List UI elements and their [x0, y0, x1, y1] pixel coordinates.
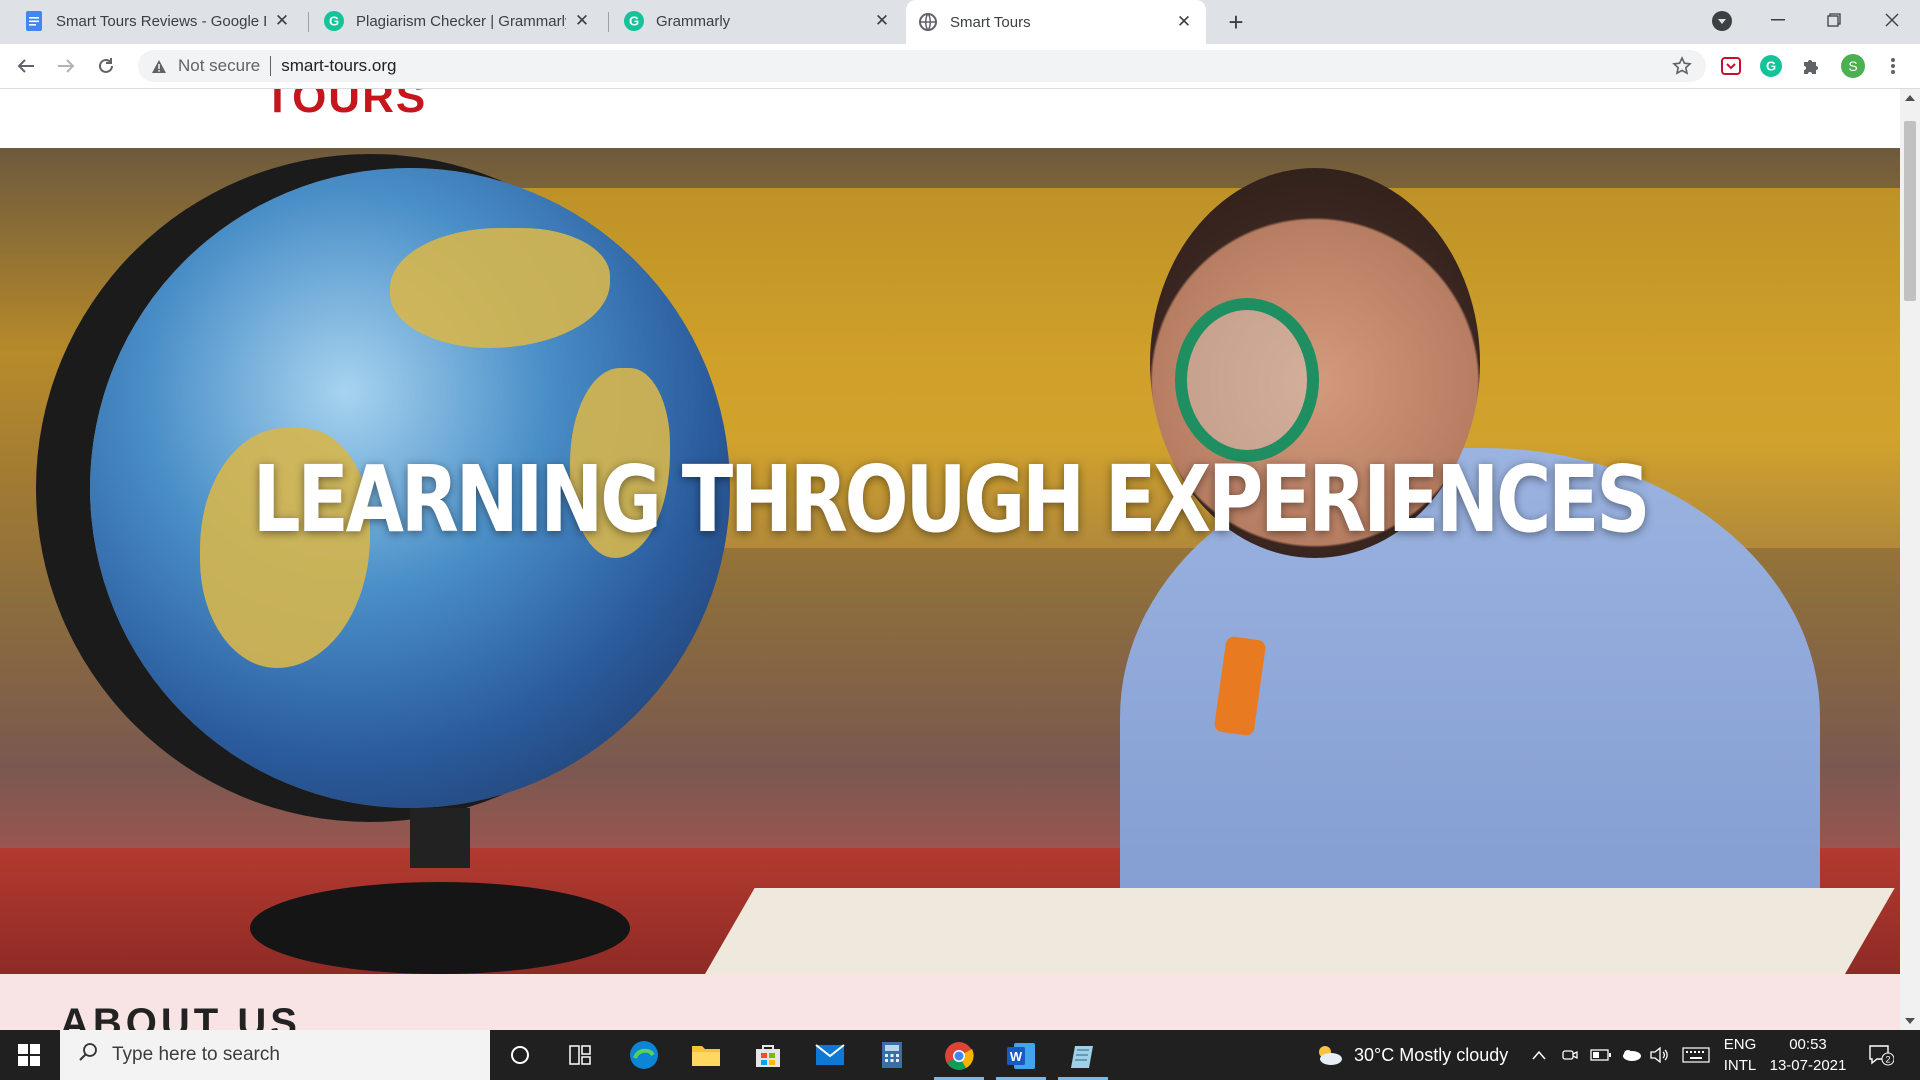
windows-taskbar: Type here to search W 30°C Mostly cloudy: [0, 1030, 1920, 1080]
tab-grammarly[interactable]: G Grammarly ✕: [612, 0, 904, 42]
tab-title: Grammarly: [656, 12, 731, 30]
tab-separator: [308, 12, 309, 32]
reload-button[interactable]: [92, 52, 120, 80]
svg-text:W: W: [1010, 1049, 1023, 1064]
page-scrollbar[interactable]: [1900, 89, 1920, 1030]
show-hidden-icons-chevron-icon[interactable]: [1532, 1030, 1546, 1080]
volume-icon[interactable]: [1650, 1030, 1670, 1080]
minimize-button[interactable]: [1750, 0, 1806, 40]
section-heading: ABOUT US: [60, 1001, 301, 1030]
windows-logo-icon: [18, 1044, 40, 1066]
google-docs-icon: [24, 11, 44, 31]
meet-now-icon[interactable]: [1562, 1030, 1578, 1080]
chrome-icon[interactable]: [934, 1035, 984, 1080]
edge-browser-icon[interactable]: [624, 1035, 664, 1075]
microsoft-store-icon[interactable]: [748, 1035, 788, 1075]
clock-date: 13-07-2021: [1769, 1057, 1847, 1074]
cortana-icon[interactable]: [500, 1035, 540, 1075]
input-language-indicator[interactable]: ENG INTL: [1718, 1034, 1762, 1076]
pocket-extension-icon[interactable]: [1718, 53, 1744, 79]
tab-google-docs[interactable]: Smart Tours Reviews - Google Do ✕: [12, 0, 304, 42]
search-icon: [78, 1042, 98, 1068]
magnifying-glass-image: [1175, 298, 1319, 462]
close-tab-icon[interactable]: ✕: [272, 11, 292, 31]
system-clock[interactable]: 00:53 13-07-2021: [1768, 1034, 1848, 1076]
globe-land: [390, 228, 610, 348]
url-text[interactable]: smart-tours.org: [281, 56, 396, 76]
new-tab-button[interactable]: +: [1222, 7, 1250, 37]
word-icon[interactable]: W: [996, 1035, 1046, 1080]
scroll-up-arrow-icon[interactable]: [1905, 95, 1915, 101]
tab-title: Smart Tours Reviews - Google Do: [56, 12, 266, 30]
bookmark-star-icon[interactable]: [1672, 56, 1692, 76]
mail-icon[interactable]: [810, 1035, 850, 1075]
calculator-icon[interactable]: [872, 1035, 912, 1075]
profile-avatar[interactable]: S: [1840, 53, 1866, 79]
grammarly-extension-icon[interactable]: G: [1758, 53, 1784, 79]
svg-text:G: G: [329, 14, 339, 29]
grammarly-icon: G: [624, 11, 644, 31]
extensions-puzzle-icon[interactable]: [1798, 53, 1824, 79]
open-book-image: [685, 888, 1895, 974]
start-button[interactable]: [0, 1030, 58, 1080]
tab-title: Plagiarism Checker | Grammarly: [356, 12, 566, 30]
browser-toolbar: Not secure smart-tours.org G S: [0, 44, 1920, 89]
globe-icon: [918, 12, 938, 32]
clock-time: 00:53: [1789, 1036, 1827, 1053]
battery-icon[interactable]: [1590, 1030, 1612, 1080]
close-tab-icon[interactable]: ✕: [1174, 12, 1194, 32]
tab-plagiarism-checker[interactable]: G Plagiarism Checker | Grammarly ✕: [312, 0, 604, 42]
weather-text: 30°C Mostly cloudy: [1354, 1044, 1509, 1065]
forward-button[interactable]: [52, 52, 80, 80]
notification-center-icon[interactable]: 2: [1868, 1030, 1894, 1080]
close-window-button[interactable]: [1864, 0, 1920, 40]
address-bar[interactable]: Not secure smart-tours.org: [138, 50, 1706, 82]
hero-title: LEARNING THROUGH EXPERIENCES: [252, 446, 1651, 553]
svg-text:G: G: [1766, 59, 1776, 74]
notification-count: 2: [1885, 1055, 1890, 1065]
language-code: ENG: [1723, 1036, 1757, 1053]
warning-icon[interactable]: [150, 57, 168, 75]
partly-cloudy-icon: [1319, 1046, 1342, 1065]
file-explorer-icon[interactable]: [686, 1035, 726, 1075]
back-button[interactable]: [12, 52, 40, 80]
keyboard-layout: INTL: [1723, 1057, 1757, 1074]
tab-smart-tours[interactable]: Smart Tours ✕: [906, 0, 1206, 44]
divider: [270, 56, 272, 76]
tab-separator: [608, 12, 609, 32]
scroll-down-arrow-icon[interactable]: [1905, 1018, 1915, 1024]
globe-stand: [250, 808, 630, 974]
svg-text:G: G: [629, 14, 639, 29]
hero-banner: LEARNING THROUGH EXPERIENCES: [0, 148, 1900, 974]
web-page: TOURS LEARNING THROUGH EXPERIENCES ABOUT…: [0, 89, 1900, 1030]
restore-button[interactable]: [1806, 0, 1862, 40]
weather-widget[interactable]: 30°C Mostly cloudy: [1314, 1030, 1508, 1080]
search-placeholder: Type here to search: [112, 1044, 280, 1065]
site-logo[interactable]: TOURS: [264, 89, 427, 123]
avatar[interactable]: S: [1841, 54, 1865, 78]
taskbar-search-box[interactable]: Type here to search: [60, 1030, 490, 1080]
scroll-thumb[interactable]: [1904, 121, 1916, 301]
kebab-menu-icon[interactable]: [1880, 53, 1906, 79]
tab-strip: Smart Tours Reviews - Google Do ✕ G Plag…: [0, 0, 1920, 44]
onedrive-cloud-icon[interactable]: [1620, 1030, 1642, 1080]
close-tab-icon[interactable]: ✕: [572, 11, 592, 31]
grammarly-icon: G: [324, 11, 344, 31]
task-view-icon[interactable]: [560, 1035, 600, 1075]
close-tab-icon[interactable]: ✕: [872, 11, 892, 31]
touch-keyboard-icon[interactable]: [1682, 1030, 1710, 1080]
tab-title: Smart Tours: [950, 13, 1031, 31]
notepad-icon[interactable]: [1058, 1035, 1108, 1080]
security-label[interactable]: Not secure: [178, 56, 260, 76]
tab-search-icon[interactable]: [1712, 11, 1732, 31]
